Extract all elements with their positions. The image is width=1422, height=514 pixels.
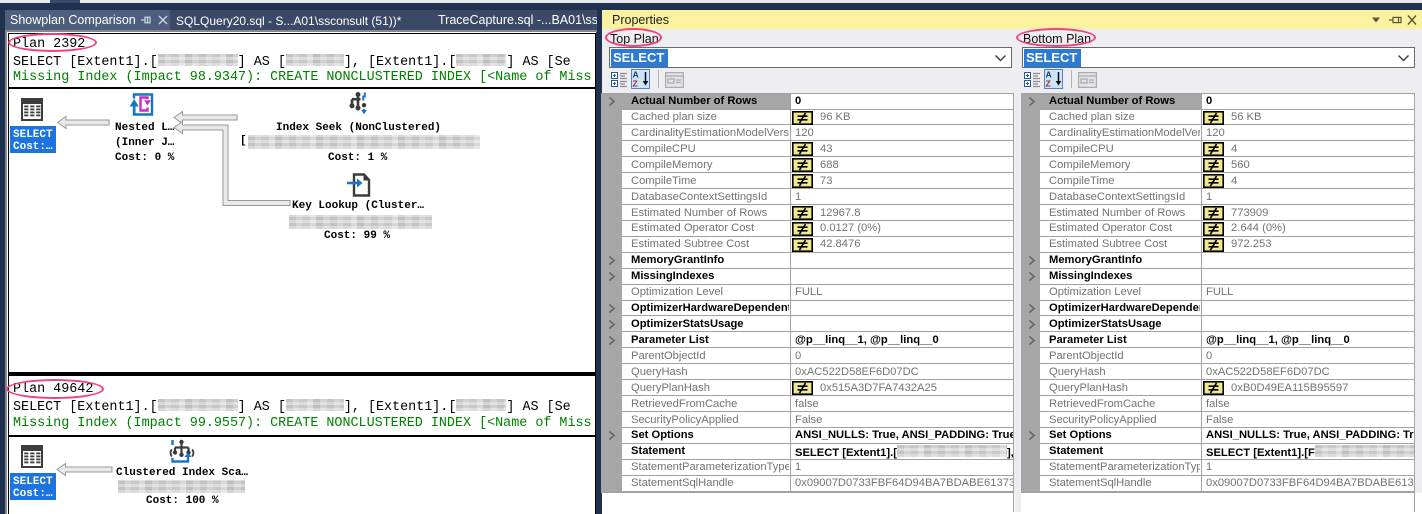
svg-text:Z: Z <box>1046 79 1051 89</box>
svg-text:Z: Z <box>633 79 638 89</box>
